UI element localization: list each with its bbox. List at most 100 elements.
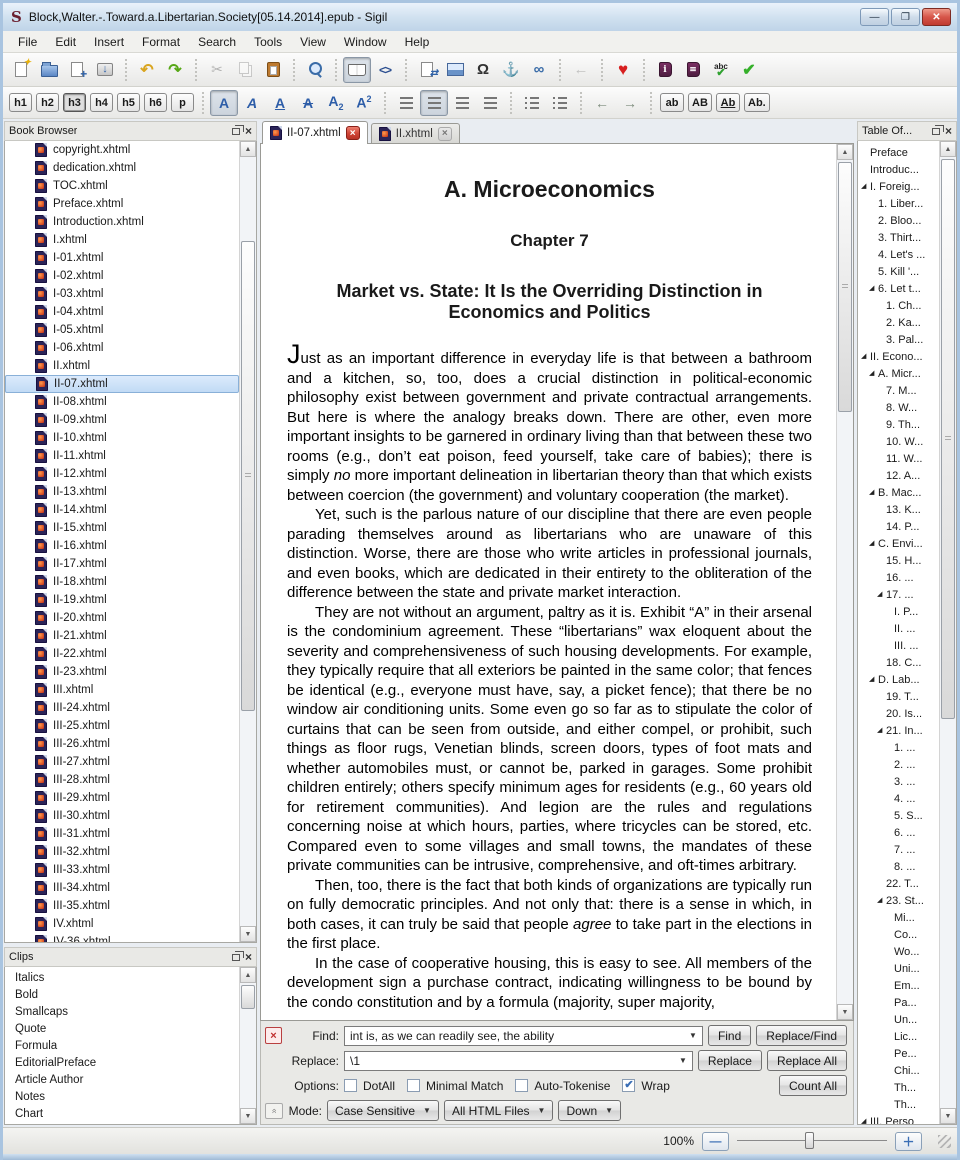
find-button[interactable]: Find xyxy=(707,1025,752,1046)
toc-item[interactable]: 8. W... xyxy=(858,399,939,416)
split-section-button[interactable]: ⇄ xyxy=(413,57,441,83)
toc-item[interactable]: 1. Ch... xyxy=(858,297,939,314)
toc-item[interactable]: 20. Is... xyxy=(858,705,939,722)
clips-scrollbar[interactable]: ▲ ▼ xyxy=(239,967,256,1124)
book-file-item[interactable]: IV.xhtml xyxy=(5,915,239,933)
float-panel-icon[interactable] xyxy=(231,950,244,961)
clip-item[interactable]: Smallcaps xyxy=(5,1003,239,1020)
validate-button[interactable]: ✔ xyxy=(735,57,763,83)
book-file-item[interactable]: II-08.xhtml xyxy=(5,393,239,411)
collapse-chevrons-icon[interactable]: » xyxy=(265,1102,283,1119)
book-file-item[interactable]: II-11.xhtml xyxy=(5,447,239,465)
bold-button[interactable]: A xyxy=(210,89,238,116)
tree-expand-icon[interactable]: ◢ xyxy=(861,183,870,190)
paragraph[interactable]: Yet, such is the parlous nature of our d… xyxy=(287,505,812,603)
toc-item[interactable]: Un... xyxy=(858,1011,939,1028)
menu-file[interactable]: File xyxy=(9,33,46,51)
toc-item[interactable]: 9. Th... xyxy=(858,416,939,433)
book-file-item[interactable]: III-28.xhtml xyxy=(5,771,239,789)
toc-item[interactable]: ◢ III. Perso xyxy=(858,1113,939,1125)
close-panel-icon[interactable]: × xyxy=(245,125,252,137)
redo-button[interactable]: ↷ xyxy=(161,57,189,83)
book-file-item[interactable]: II-09.xhtml xyxy=(5,411,239,429)
heading-2-button[interactable]: h2 xyxy=(36,93,59,112)
book-file-item[interactable]: III-35.xhtml xyxy=(5,897,239,915)
metadata-editor-button[interactable]: ≡ xyxy=(679,57,707,83)
paragraph[interactable]: Then, too, there is the fact that both k… xyxy=(287,876,812,954)
anchor-button[interactable]: ⚓ xyxy=(497,57,525,83)
book-file-item[interactable]: II-20.xhtml xyxy=(5,609,239,627)
lowercase-button[interactable]: ab xyxy=(660,93,684,112)
code-view-button[interactable]: <> xyxy=(371,57,399,83)
book-file-item[interactable]: III-30.xhtml xyxy=(5,807,239,825)
book-file-item[interactable]: III-29.xhtml xyxy=(5,789,239,807)
tree-expand-icon[interactable]: ◢ xyxy=(877,727,886,734)
toc-item[interactable]: Th... xyxy=(858,1079,939,1096)
toc-item[interactable]: III. ... xyxy=(858,637,939,654)
toc-item[interactable]: 1. ... xyxy=(858,739,939,756)
book-file-item[interactable]: II-10.xhtml xyxy=(5,429,239,447)
float-panel-icon[interactable] xyxy=(931,124,944,135)
toc-item[interactable]: 10. W... xyxy=(858,433,939,450)
toc-item[interactable]: 11. W... xyxy=(858,450,939,467)
toc-item[interactable]: 5. Kill '... xyxy=(858,263,939,280)
book-browser-scrollbar[interactable]: ▲ ▼ xyxy=(239,141,256,942)
toc-item[interactable]: I. P... xyxy=(858,603,939,620)
align-center-button[interactable] xyxy=(420,89,448,116)
replace-find-button[interactable]: Replace/Find xyxy=(756,1025,847,1046)
chevron-down-icon[interactable]: ▼ xyxy=(683,1031,697,1040)
subscript-button[interactable]: A2 xyxy=(322,90,350,116)
toc-item[interactable]: 3. ... xyxy=(858,773,939,790)
toc-item[interactable]: 3. Pal... xyxy=(858,331,939,348)
align-left-button[interactable] xyxy=(392,90,420,116)
menu-tools[interactable]: Tools xyxy=(245,33,291,51)
clip-item[interactable]: Bold xyxy=(5,986,239,1003)
tree-expand-icon[interactable]: ◢ xyxy=(869,285,878,292)
outdent-button[interactable]: ← xyxy=(588,90,616,116)
count-all-button[interactable]: Count All xyxy=(778,1075,847,1096)
book-file-item[interactable]: II-21.xhtml xyxy=(5,627,239,645)
tree-expand-icon[interactable]: ◢ xyxy=(869,676,878,683)
book-file-item[interactable]: I-06.xhtml xyxy=(5,339,239,357)
toc-item[interactable]: 2. ... xyxy=(858,756,939,773)
book-file-item[interactable]: III-24.xhtml xyxy=(5,699,239,717)
paragraph[interactable]: They are not without an argument, paltry… xyxy=(287,603,812,876)
copy-button[interactable] xyxy=(231,57,259,83)
menu-format[interactable]: Format xyxy=(133,33,189,51)
toc-item[interactable]: ◢ B. Mac... xyxy=(858,484,939,501)
book-file-item[interactable]: III-25.xhtml xyxy=(5,717,239,735)
tree-expand-icon[interactable]: ◢ xyxy=(877,897,886,904)
wrap-checkbox[interactable]: ✔ xyxy=(622,1079,636,1092)
tab-close-icon[interactable]: × xyxy=(437,126,452,141)
paste-button[interactable] xyxy=(259,57,287,83)
underline-button[interactable]: A xyxy=(266,90,294,116)
book-file-item[interactable]: I-02.xhtml xyxy=(5,267,239,285)
book-file-item[interactable]: I-01.xhtml xyxy=(5,249,239,267)
zoom-in-button[interactable]: ＋ xyxy=(895,1131,922,1151)
indent-button[interactable]: → xyxy=(616,90,644,116)
book-file-item[interactable]: II-14.xhtml xyxy=(5,501,239,519)
book-browser-titlebar[interactable]: Book Browser × xyxy=(4,121,257,141)
menu-help[interactable]: Help xyxy=(396,33,439,51)
toc-item[interactable]: 15. H... xyxy=(858,552,939,569)
toc-item[interactable]: ◢ 23. St... xyxy=(858,892,939,909)
toc-item[interactable]: 4. Let's ... xyxy=(858,246,939,263)
book-file-item[interactable]: I.xhtml xyxy=(5,231,239,249)
book-file-item[interactable]: III-31.xhtml xyxy=(5,825,239,843)
tab-II-xhtml[interactable]: II.xhtml × xyxy=(370,123,460,143)
menu-search[interactable]: Search xyxy=(189,33,245,51)
book-file-item[interactable]: Introduction.xhtml xyxy=(5,213,239,231)
tree-expand-icon[interactable]: ◢ xyxy=(861,1118,870,1124)
book-file-item[interactable]: dedication.xhtml xyxy=(5,159,239,177)
find-close-button[interactable]: × xyxy=(265,1027,282,1044)
zoom-slider-thumb[interactable] xyxy=(804,1132,814,1149)
toc-item[interactable]: Pe... xyxy=(858,1045,939,1062)
book-file-item[interactable]: III-32.xhtml xyxy=(5,843,239,861)
book-file-item[interactable]: IV-36.xhtml xyxy=(5,933,239,942)
title-bar[interactable]: S Block,Walter.-.Toward.a.Libertarian.So… xyxy=(3,3,957,31)
toc-item[interactable]: 7. ... xyxy=(858,841,939,858)
close-panel-icon[interactable]: × xyxy=(945,125,952,137)
clip-item[interactable]: Article Author xyxy=(5,1071,239,1088)
chevron-down-icon[interactable]: ▼ xyxy=(673,1056,687,1065)
book-file-item[interactable]: III.xhtml xyxy=(5,681,239,699)
